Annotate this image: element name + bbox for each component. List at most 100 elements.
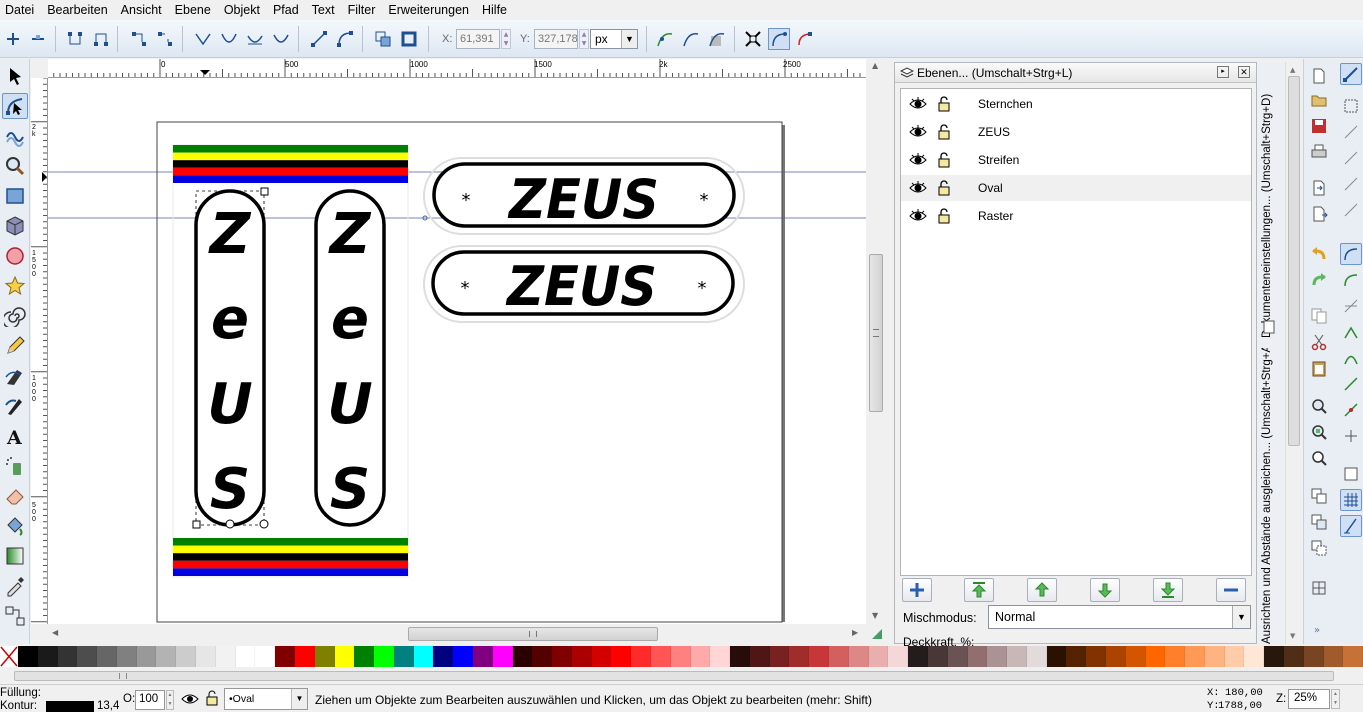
color-swatch[interactable] bbox=[987, 646, 1008, 667]
zoom-spin[interactable]: ▲ ▼ bbox=[1331, 689, 1340, 709]
object-to-path-button[interactable] bbox=[372, 28, 394, 50]
node-handle[interactable] bbox=[225, 519, 235, 529]
gradient-tool[interactable] bbox=[2, 543, 28, 569]
asterisk[interactable]: * bbox=[700, 190, 709, 211]
lock-icon[interactable] bbox=[937, 179, 951, 196]
color-swatch[interactable] bbox=[294, 646, 315, 667]
open-button[interactable] bbox=[1308, 89, 1330, 111]
node-tool[interactable] bbox=[2, 93, 28, 119]
snap-bbox-corner-button[interactable] bbox=[1340, 147, 1362, 169]
color-swatch[interactable] bbox=[1145, 646, 1166, 667]
color-swatch[interactable] bbox=[651, 646, 671, 667]
mask-path-button[interactable] bbox=[706, 28, 728, 50]
color-swatch[interactable] bbox=[37, 646, 58, 667]
color-swatch[interactable] bbox=[1204, 646, 1225, 667]
layers-panel-header[interactable]: Ebenen... (Umschalt+Strg+L) ▸ ✕ bbox=[895, 63, 1256, 83]
insert-node-button[interactable] bbox=[2, 28, 24, 50]
color-swatch[interactable] bbox=[611, 646, 632, 667]
color-swatch[interactable] bbox=[97, 646, 117, 667]
snap-center-button[interactable] bbox=[1340, 199, 1362, 221]
scroll-thumb[interactable] bbox=[408, 627, 658, 641]
color-swatch[interactable] bbox=[552, 646, 572, 667]
next-path-effect-button[interactable] bbox=[654, 28, 676, 50]
color-swatch[interactable] bbox=[196, 646, 216, 667]
zeus-letter[interactable]: e bbox=[211, 287, 249, 352]
stroke-width-value[interactable]: 13,4 bbox=[97, 700, 119, 712]
print-button[interactable] bbox=[1308, 141, 1330, 163]
scroll-left-icon[interactable]: ◀ bbox=[52, 628, 58, 637]
layer-row[interactable]: Oval bbox=[901, 175, 1251, 201]
raise-layer-button[interactable] bbox=[1027, 578, 1057, 602]
color-swatch[interactable] bbox=[453, 646, 473, 667]
snap-grid-button[interactable] bbox=[1340, 489, 1362, 511]
color-swatch[interactable] bbox=[1026, 646, 1047, 667]
asterisk[interactable]: * bbox=[461, 278, 470, 299]
zeus-letter[interactable]: U bbox=[207, 372, 252, 437]
lower-layer-to-bottom-button[interactable] bbox=[1153, 578, 1183, 602]
menu-ansicht[interactable]: Ansicht bbox=[121, 3, 162, 17]
new-document-button[interactable] bbox=[1308, 65, 1330, 87]
color-swatch[interactable] bbox=[1165, 646, 1186, 667]
blend-mode-select[interactable]: Normal ▼ bbox=[988, 605, 1251, 629]
stripe[interactable] bbox=[173, 167, 408, 176]
color-swatch[interactable] bbox=[1007, 646, 1027, 667]
color-swatch[interactable] bbox=[927, 646, 948, 667]
eye-icon[interactable] bbox=[909, 208, 927, 224]
color-swatch[interactable] bbox=[670, 646, 691, 667]
panel-close-button[interactable]: ✕ bbox=[1238, 66, 1250, 78]
text-tool[interactable]: A bbox=[2, 423, 28, 449]
layer-row[interactable]: ZEUS bbox=[901, 119, 1251, 145]
more-commands-icon[interactable]: » bbox=[1314, 625, 1320, 636]
clone-button[interactable] bbox=[1308, 511, 1330, 533]
tweak-tool[interactable] bbox=[2, 123, 28, 149]
spiral-tool[interactable] bbox=[2, 303, 28, 329]
snap-object-center-button[interactable] bbox=[1340, 399, 1362, 421]
menu-datei[interactable]: Datei bbox=[5, 3, 34, 17]
opacity-spin[interactable]: ▲ ▼ bbox=[166, 690, 174, 710]
color-swatch[interactable] bbox=[136, 646, 157, 667]
menu-filter[interactable]: Filter bbox=[348, 3, 376, 17]
color-swatch[interactable] bbox=[334, 646, 355, 667]
redo-button[interactable] bbox=[1308, 269, 1330, 291]
show-handles-button[interactable] bbox=[768, 28, 790, 50]
color-swatch[interactable] bbox=[908, 646, 928, 667]
color-swatch[interactable] bbox=[354, 646, 375, 667]
panel-iconify-button[interactable]: ▸ bbox=[1217, 66, 1229, 78]
lower-layer-button[interactable] bbox=[1090, 578, 1120, 602]
current-layer-select[interactable]: •Oval ▼ bbox=[224, 688, 308, 710]
delete-segment-button[interactable] bbox=[154, 28, 176, 50]
snap-line-midpoint-button[interactable] bbox=[1340, 373, 1362, 395]
tab-align-distribute[interactable]: Ausrichten und Abstände ausgleichen... (… bbox=[1261, 348, 1273, 644]
xml-editor-button[interactable] bbox=[1308, 577, 1330, 599]
color-swatch[interactable] bbox=[1323, 646, 1344, 667]
x-spin-arrows[interactable]: ▲ ▼ bbox=[501, 29, 511, 49]
remove-layer-button[interactable] bbox=[1216, 578, 1246, 602]
snap-toggle-button[interactable] bbox=[1340, 63, 1362, 85]
color-swatch[interactable] bbox=[472, 646, 493, 667]
color-swatch[interactable] bbox=[492, 646, 513, 667]
calligraphy-tool[interactable] bbox=[2, 393, 28, 419]
scroll-thumb[interactable] bbox=[14, 671, 1334, 681]
stripe[interactable] bbox=[173, 553, 408, 561]
color-swatch[interactable] bbox=[374, 646, 394, 667]
color-swatch[interactable] bbox=[1066, 646, 1087, 667]
color-swatch[interactable] bbox=[77, 646, 98, 667]
color-swatch[interactable] bbox=[1185, 646, 1205, 667]
drawing-canvas[interactable]: Z e U S Z e U S ZEUS ZEUS * * * * bbox=[48, 78, 866, 624]
pencil-tool[interactable] bbox=[2, 333, 28, 359]
color-swatch[interactable] bbox=[176, 646, 197, 667]
color-swatch[interactable] bbox=[393, 646, 414, 667]
zeus-letter[interactable]: S bbox=[210, 457, 250, 522]
color-swatch[interactable] bbox=[571, 646, 592, 667]
color-swatch[interactable] bbox=[868, 646, 889, 667]
horizontal-scrollbar[interactable]: ◀ ▶ bbox=[48, 624, 882, 644]
spray-tool[interactable] bbox=[2, 453, 28, 479]
menu-text[interactable]: Text bbox=[312, 3, 335, 17]
snap-rotation-center-button[interactable] bbox=[1340, 425, 1362, 447]
color-swatch[interactable] bbox=[1105, 646, 1126, 667]
join-segment-button[interactable] bbox=[128, 28, 150, 50]
no-paint-swatch[interactable] bbox=[0, 646, 18, 667]
y-spin-arrows[interactable]: ▲ ▼ bbox=[579, 29, 589, 49]
stripe[interactable] bbox=[173, 560, 408, 569]
selector-tool[interactable] bbox=[2, 63, 28, 89]
